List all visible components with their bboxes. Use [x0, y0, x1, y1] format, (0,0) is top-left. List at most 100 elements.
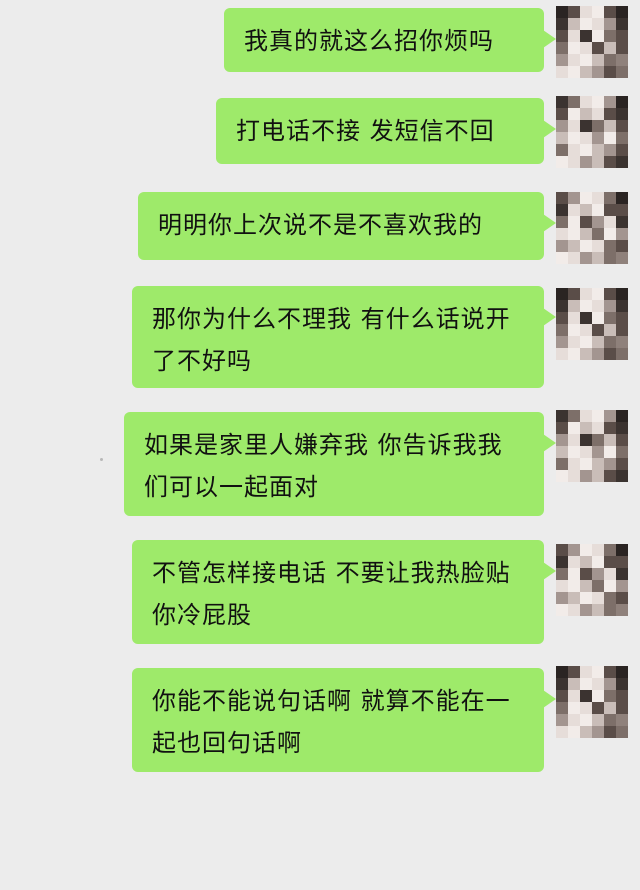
avatar-pixel [568, 6, 580, 18]
avatar-pixel [568, 312, 580, 324]
avatar[interactable] [556, 96, 628, 168]
avatar-pixel [604, 66, 616, 78]
avatar-pixel [616, 446, 628, 458]
avatar-pixel [580, 726, 592, 738]
avatar-pixel [616, 410, 628, 422]
avatar-pixel [568, 54, 580, 66]
avatar-pixel [580, 446, 592, 458]
avatar-pixel [568, 544, 580, 556]
speck [100, 458, 103, 461]
avatar-pixel [580, 348, 592, 360]
avatar-pixel [604, 30, 616, 42]
avatar-pixel [556, 348, 568, 360]
avatar-pixel [592, 192, 604, 204]
avatar-pixel [580, 544, 592, 556]
avatar-pixel [604, 228, 616, 240]
avatar-pixel [568, 204, 580, 216]
avatar-pixel [592, 556, 604, 568]
avatar-pixel [604, 18, 616, 30]
avatar-pixel [604, 544, 616, 556]
avatar-pixel [580, 604, 592, 616]
avatar-pixel [568, 324, 580, 336]
avatar-pixel [592, 702, 604, 714]
avatar-pixel [604, 156, 616, 168]
avatar-pixel [580, 216, 592, 228]
message-bubble[interactable]: 我真的就这么招你烦吗 [224, 8, 556, 72]
avatar-pixel [568, 252, 580, 264]
avatar-pixel [616, 144, 628, 156]
avatar-pixel [556, 726, 568, 738]
avatar-pixel [568, 240, 580, 252]
avatar[interactable] [556, 192, 628, 264]
avatar-pixel [568, 30, 580, 42]
message-text: 如果是家里人嫌弃我 你告诉我我们可以一起面对 [144, 431, 503, 501]
avatar[interactable] [556, 6, 628, 78]
message-bubble[interactable]: 你能不能说句话啊 就算不能在一起也回句话啊 [132, 668, 556, 772]
avatar[interactable] [556, 410, 628, 482]
message-text: 打电话不接 发短信不回 [236, 117, 495, 145]
avatar-pixel [568, 156, 580, 168]
avatar[interactable] [556, 666, 628, 738]
avatar-pixel [592, 470, 604, 482]
message-bubble[interactable]: 如果是家里人嫌弃我 你告诉我我们可以一起面对 [124, 412, 556, 516]
avatar-pixel [616, 120, 628, 132]
avatar-pixel [604, 42, 616, 54]
avatar-pixel [616, 470, 628, 482]
avatar-pixel [616, 300, 628, 312]
message-bubble[interactable]: 明明你上次说不是不喜欢我的 [138, 192, 556, 260]
avatar-pixel [592, 446, 604, 458]
avatar-pixel [592, 666, 604, 678]
avatar-pixel [568, 96, 580, 108]
avatar-pixel [604, 108, 616, 120]
avatar-pixel [616, 96, 628, 108]
avatar-pixel [592, 228, 604, 240]
avatar-pixel [592, 592, 604, 604]
message-bubble[interactable]: 不管怎样接电话 不要让我热脸贴你冷屁股 [132, 540, 556, 644]
avatar-pixel [556, 156, 568, 168]
avatar-pixel [580, 288, 592, 300]
message-bubble[interactable]: 那你为什么不理我 有什么话说开了不好吗 [132, 286, 556, 388]
avatar-pixel [616, 288, 628, 300]
avatar-pixel [616, 544, 628, 556]
avatar-pixel [568, 348, 580, 360]
avatar-pixel [592, 54, 604, 66]
avatar-pixel [616, 556, 628, 568]
avatar-pixel [580, 120, 592, 132]
avatar-pixel [580, 470, 592, 482]
avatar[interactable] [556, 544, 628, 616]
avatar-pixel [592, 18, 604, 30]
avatar-pixel [568, 66, 580, 78]
avatar-pixel [616, 592, 628, 604]
avatar-pixel [556, 66, 568, 78]
avatar-pixel [616, 66, 628, 78]
avatar-pixel [592, 252, 604, 264]
avatar-pixel [592, 30, 604, 42]
avatar[interactable] [556, 288, 628, 360]
avatar-pixel [604, 336, 616, 348]
avatar-pixel [604, 702, 616, 714]
avatar-pixel [580, 30, 592, 42]
avatar-pixel [556, 132, 568, 144]
avatar-pixel [568, 446, 580, 458]
avatar-pixel [616, 216, 628, 228]
message-text: 那你为什么不理我 有什么话说开了不好吗 [152, 305, 511, 375]
avatar-pixel [580, 678, 592, 690]
avatar-pixel [592, 726, 604, 738]
avatar-pixel [616, 702, 628, 714]
avatar-pixel [592, 544, 604, 556]
avatar-pixel [604, 240, 616, 252]
avatar-pixel [616, 240, 628, 252]
avatar-pixel [580, 300, 592, 312]
avatar-pixel [592, 690, 604, 702]
avatar-pixel [556, 6, 568, 18]
avatar-pixel [568, 726, 580, 738]
avatar-pixel [568, 580, 580, 592]
avatar-pixel [580, 324, 592, 336]
avatar-pixel [580, 42, 592, 54]
avatar-pixel [616, 324, 628, 336]
avatar-pixel [568, 470, 580, 482]
avatar-pixel [568, 458, 580, 470]
avatar-pixel [592, 66, 604, 78]
avatar-pixel [556, 252, 568, 264]
message-bubble[interactable]: 打电话不接 发短信不回 [216, 98, 556, 164]
